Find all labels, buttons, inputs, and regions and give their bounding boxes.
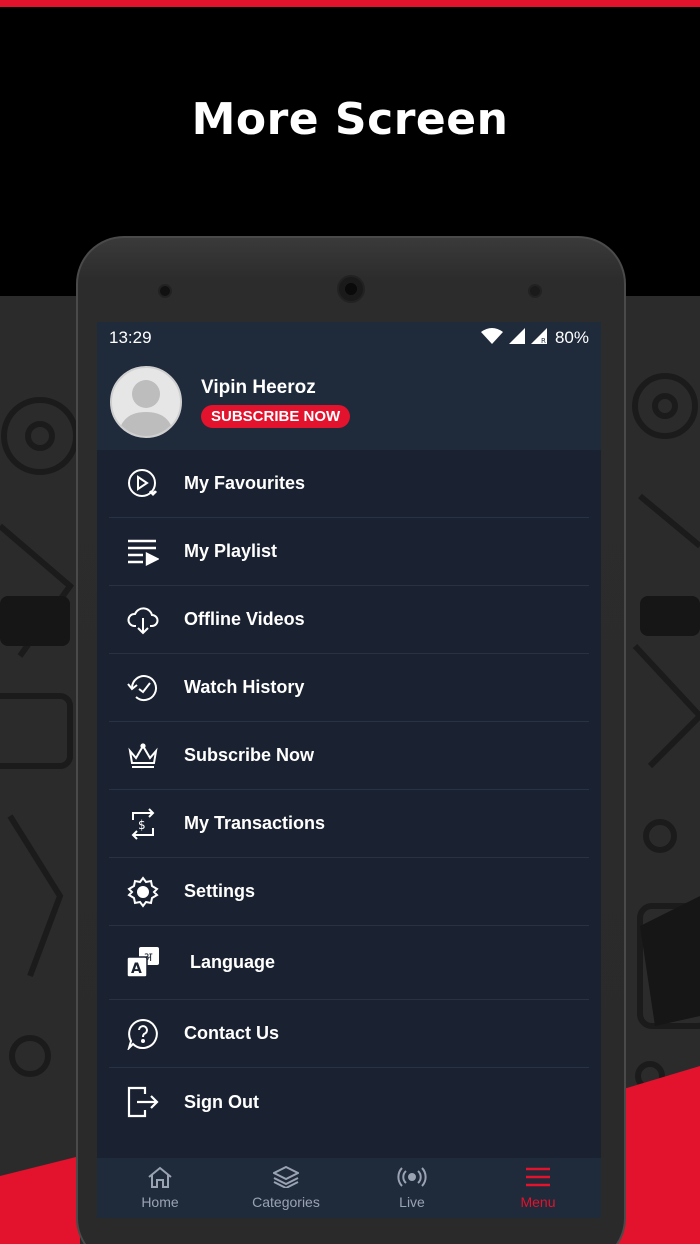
page-title: More Screen <box>191 94 509 145</box>
sign-out-icon <box>121 1086 165 1118</box>
menu-item-my-favourites[interactable]: My Favourites <box>109 450 589 518</box>
menu-item-label: Sign Out <box>184 1091 259 1112</box>
bottom-navigation: Home Categories Live Menu <box>97 1158 601 1218</box>
menu-item-label: My Favourites <box>184 473 306 493</box>
menu-item-sign-out[interactable]: Sign Out <box>109 1068 589 1136</box>
menu-item-label: Language <box>190 952 276 972</box>
menu-item-label: Subscribe Now <box>184 745 315 765</box>
battery-level: 80% <box>554 328 589 347</box>
menu-item-label: Contact Us <box>184 1023 280 1043</box>
playlist-icon <box>121 538 165 566</box>
menu-item-label: My Playlist <box>184 541 278 561</box>
menu-item-label: Watch History <box>184 677 305 697</box>
transactions-icon: $ <box>121 807 165 840</box>
nav-live[interactable]: Live <box>349 1158 475 1218</box>
menu-item-label: My Transactions <box>184 813 326 833</box>
menu-item-offline-videos[interactable]: Offline Videos <box>109 586 589 654</box>
svg-text:$: $ <box>138 818 146 832</box>
history-icon <box>121 673 165 703</box>
svg-text:R: R <box>541 337 546 344</box>
menu-item-watch-history[interactable]: Watch History <box>109 654 589 722</box>
menu-item-my-transactions[interactable]: $ My Transactions <box>109 790 589 858</box>
earpiece-speaker <box>337 275 365 303</box>
language-icon: अA <box>121 946 165 980</box>
menu-item-language[interactable]: अA Language <box>109 926 589 1000</box>
status-time: 13:29 <box>109 328 152 347</box>
nav-home[interactable]: Home <box>97 1158 223 1218</box>
svg-text:A: A <box>131 961 142 977</box>
help-chat-icon <box>121 1018 165 1050</box>
nav-label: Home <box>141 1194 179 1210</box>
favourite-play-icon <box>121 468 165 500</box>
nav-label: Categories <box>252 1194 320 1210</box>
status-bar: 13:29 R 80% <box>97 322 601 354</box>
cloud-download-icon <box>121 605 165 635</box>
signal-icon <box>508 327 525 349</box>
side-menu: My Favourites My Playlist Offline Videos… <box>97 450 601 1136</box>
front-camera <box>158 284 172 298</box>
signal-roaming-icon: R <box>530 327 549 349</box>
top-accent-bar <box>0 0 700 7</box>
menu-item-label: Offline Videos <box>184 609 305 629</box>
menu-item-my-playlist[interactable]: My Playlist <box>109 518 589 586</box>
profile-header[interactable]: Vipin Heeroz SUBSCRIBE NOW <box>97 354 601 450</box>
live-broadcast-icon <box>397 1166 427 1191</box>
menu-item-subscribe-now[interactable]: Subscribe Now <box>109 722 589 790</box>
avatar[interactable] <box>110 366 182 438</box>
crown-icon <box>121 742 165 769</box>
menu-item-settings[interactable]: Settings <box>109 858 589 926</box>
nav-label: Menu <box>520 1194 556 1210</box>
sensor <box>528 284 542 298</box>
menu-item-label: Settings <box>184 881 256 901</box>
menu-icon <box>525 1166 551 1191</box>
profile-name: Vipin Heeroz <box>201 376 316 398</box>
gear-icon <box>121 875 165 908</box>
menu-item-contact-us[interactable]: Contact Us <box>109 1000 589 1068</box>
nav-label: Live <box>399 1194 425 1210</box>
layers-icon <box>271 1165 301 1191</box>
home-icon <box>147 1166 173 1191</box>
wifi-icon <box>480 327 503 349</box>
nav-menu[interactable]: Menu <box>475 1158 601 1218</box>
app-screen: 13:29 R 80% Vipin Heeroz SUBSCRIBE NOW M… <box>97 322 601 1218</box>
nav-categories[interactable]: Categories <box>223 1158 349 1218</box>
subscribe-now-button[interactable]: SUBSCRIBE NOW <box>201 404 351 428</box>
